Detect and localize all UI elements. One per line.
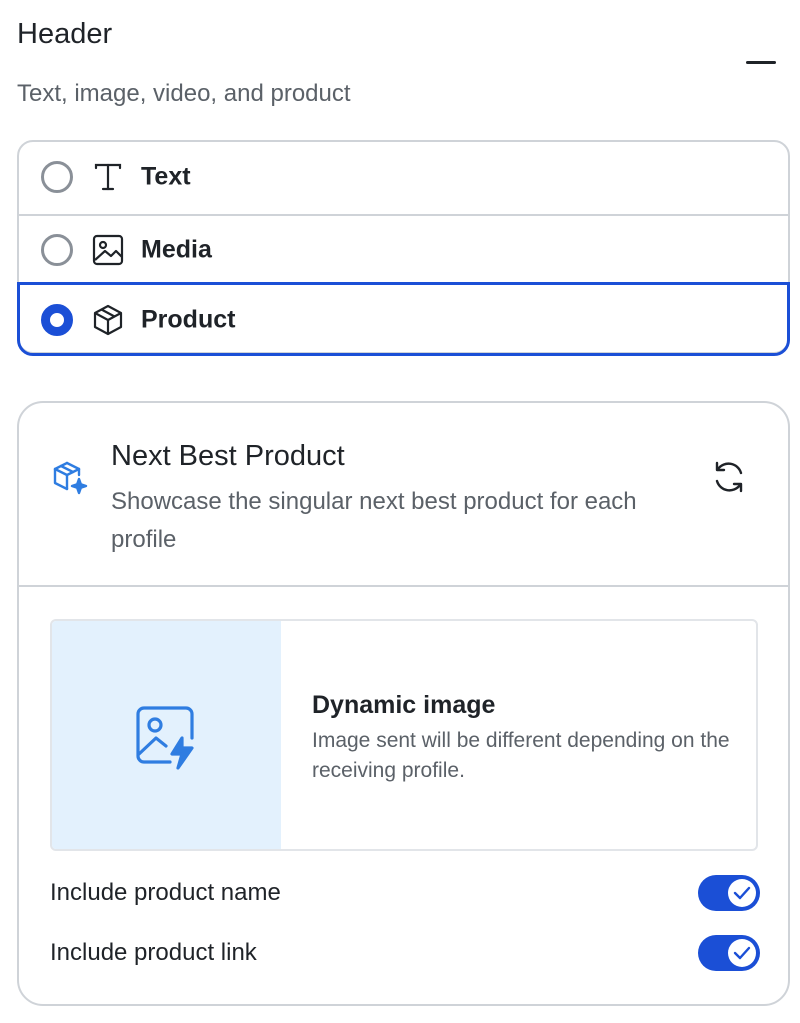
next-best-product-card: Next Best Product Showcase the singular … (17, 401, 790, 1006)
text-type-icon (91, 160, 125, 194)
include-product-name-toggle[interactable] (698, 875, 760, 911)
toggle-knob (728, 879, 756, 907)
header-type-options: Text Media Product (17, 140, 790, 356)
option-product[interactable]: Product (19, 284, 788, 356)
include-product-link-toggle[interactable] (698, 935, 760, 971)
dynamic-image-icon (136, 706, 194, 770)
check-icon (733, 946, 751, 960)
radio-media[interactable] (41, 234, 73, 266)
dynamic-image-description: Image sent will be different depending o… (312, 729, 730, 782)
header-subtitle: Text, image, video, and product (17, 80, 351, 107)
include-product-name-row: Include product name (50, 873, 760, 913)
option-media-label: Media (141, 235, 212, 264)
option-text[interactable]: Text (19, 142, 788, 212)
toggle-knob (728, 939, 756, 967)
option-text-label: Text (141, 162, 191, 191)
image-icon (91, 233, 125, 267)
include-product-link-row: Include product link (50, 933, 760, 973)
refresh-icon (715, 461, 743, 493)
dynamic-image-title: Dynamic image (312, 691, 496, 719)
include-product-link-label: Include product link (50, 939, 257, 966)
card-description: Showcase the singular next best product … (111, 488, 637, 553)
dynamic-image-thumbnail (52, 621, 281, 849)
sparkle-box-icon (51, 459, 89, 497)
box-icon (91, 303, 125, 337)
dynamic-image-block[interactable]: Dynamic image Image sent will be differe… (50, 619, 758, 851)
option-media[interactable]: Media (19, 214, 788, 284)
card-header: Next Best Product Showcase the singular … (19, 403, 788, 587)
option-product-label: Product (141, 305, 236, 334)
header-title: Header (17, 18, 113, 50)
check-icon (733, 886, 751, 900)
include-product-name-label: Include product name (50, 879, 281, 906)
card-title: Next Best Product (111, 440, 345, 472)
radio-product[interactable] (41, 304, 73, 336)
radio-text[interactable] (41, 161, 73, 193)
minus-icon (746, 61, 776, 64)
collapse-button[interactable] (744, 52, 778, 72)
refresh-button[interactable] (709, 457, 749, 497)
